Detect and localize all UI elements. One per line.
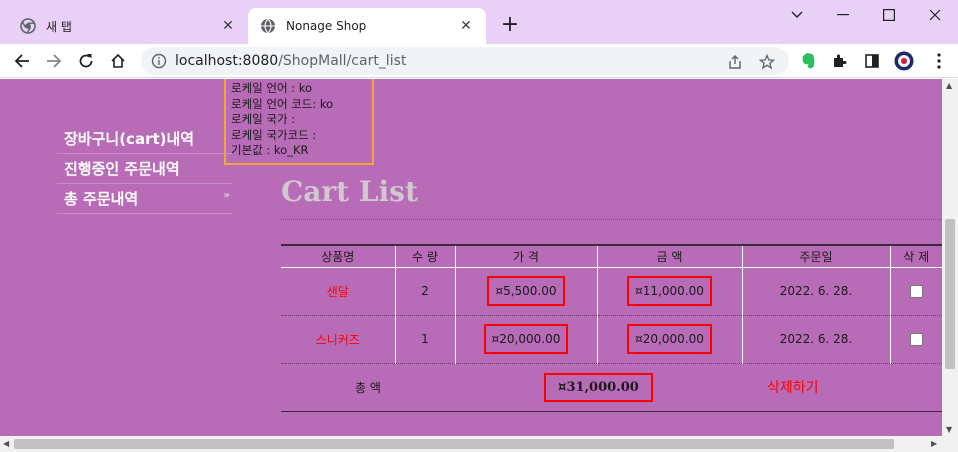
cart-header-row: 상품명 수 량 가 격 금 액 주문일 삭 제 (281, 245, 942, 268)
cart-table: 상품명 수 량 가 격 금 액 주문일 삭 제 샌달 2 ¤5,500.00 ¤… (281, 244, 942, 412)
scroll-up-arrow-icon[interactable]: ▲ (946, 81, 952, 90)
close-tab-icon[interactable]: ✕ (456, 16, 476, 36)
sidemenu-item-cart[interactable]: 장바구니(cart)내역 (57, 124, 232, 154)
sidemenu-item-label: 총 주문내역 (64, 190, 139, 208)
browser-toolbar: localhost:8080/ShopMall/cart_list (0, 44, 958, 78)
locale-language-code: 로케일 언어 코드: ko (231, 96, 334, 111)
new-tab-icon[interactable]: + (498, 14, 522, 38)
horizontal-scroll-thumb[interactable] (14, 439, 894, 449)
chrome-menu-icon[interactable] (928, 50, 950, 72)
header-price: 가 격 (455, 245, 598, 268)
amount-value: ¤11,000.00 (627, 276, 712, 306)
header-product-name: 상품명 (281, 245, 396, 268)
address-bar[interactable]: localhost:8080/ShopMall/cart_list (141, 47, 789, 75)
vertical-scrollbar[interactable]: ▲ ▼ (942, 79, 958, 436)
amount-value: ¤20,000.00 (627, 324, 712, 354)
header-quantity: 수 량 (395, 245, 456, 268)
bookmark-star-icon[interactable] (757, 52, 777, 72)
delete-checkbox[interactable] (909, 333, 923, 346)
delete-selected-link[interactable]: 삭제하기 (767, 380, 819, 396)
total-row: 총 액 ¤31,000.00 삭제하기 (281, 363, 942, 412)
page-content: 로케일 언어 : ko 로케일 언어 코드: ko 로케일 국가 : 로케일 국… (0, 79, 942, 436)
sidemenu-item-label: 장바구니(cart)내역 (64, 130, 195, 148)
locale-default: 기본값 : ko_KR (231, 143, 309, 157)
tab-strip: 새 탭 ✕ Nonage Shop ✕ + (0, 0, 958, 44)
quantity-cell: 1 (395, 315, 456, 364)
site-info-icon[interactable] (151, 53, 167, 73)
price-value: ¤20,000.00 (483, 324, 569, 354)
share-icon[interactable] (725, 52, 745, 72)
side-menu: 장바구니(cart)내역 진행중인 주문내역 총 주문내역 » (57, 124, 232, 214)
delete-checkbox[interactable] (909, 285, 923, 298)
sidemenu-item-label: 진행중인 주문내역 (64, 160, 180, 178)
reload-icon[interactable] (74, 49, 98, 73)
page-title: Cart List (281, 175, 418, 208)
table-row: 스니커즈 1 ¤20,000.00 ¤20,000.00 2022. 6. 28… (281, 315, 942, 364)
header-order-date: 주문일 (742, 245, 891, 268)
scroll-right-arrow-icon[interactable]: ▶ (931, 439, 937, 448)
tab-title: Nonage Shop (286, 19, 367, 33)
scroll-left-arrow-icon[interactable]: ◀ (3, 439, 9, 448)
url-path: /ShopMall/cart_list (278, 53, 407, 69)
sidemenu-item-orders-in-progress[interactable]: 진행중인 주문내역 (57, 154, 232, 184)
total-label: 총 액 (281, 363, 455, 412)
home-icon[interactable] (106, 49, 130, 73)
side-panel-icon[interactable] (861, 50, 883, 72)
header-delete: 삭 제 (890, 245, 942, 268)
locale-country: 로케일 국가 : (231, 112, 296, 126)
product-name-link[interactable]: 샌달 (327, 285, 349, 299)
close-window-icon[interactable] (920, 4, 950, 26)
scroll-down-arrow-icon[interactable]: ▼ (946, 425, 952, 434)
extensions-puzzle-icon[interactable] (829, 50, 851, 72)
chrome-icon (20, 18, 36, 34)
back-icon[interactable] (10, 49, 34, 73)
tab-nonage-shop[interactable]: Nonage Shop ✕ (248, 8, 486, 44)
url-host: localhost:8080 (175, 53, 279, 69)
maximize-icon[interactable] (874, 4, 904, 26)
double-chevron-right-icon: » (223, 190, 230, 201)
tab-search-chevron-icon[interactable] (782, 4, 812, 26)
tab-title: 새 탭 (46, 19, 72, 34)
product-name-link[interactable]: 스니커즈 (316, 333, 360, 347)
globe-icon (260, 18, 276, 34)
locale-country-code: 로케일 국가코드 : (231, 127, 317, 142)
title-divider (281, 219, 942, 220)
locale-info-box: 로케일 언어 : ko 로케일 언어 코드: ko 로케일 국가 : 로케일 국… (224, 79, 374, 165)
tab-new-tab[interactable]: 새 탭 ✕ (8, 8, 248, 44)
close-tab-icon[interactable]: ✕ (218, 16, 238, 36)
url-text: localhost:8080/ShopMall/cart_list (175, 53, 406, 69)
order-date-cell: 2022. 6. 28. (742, 315, 891, 364)
total-value: ¤31,000.00 (544, 372, 653, 402)
quantity-cell: 2 (395, 267, 456, 316)
profile-avatar[interactable] (893, 50, 915, 72)
header-amount: 금 액 (597, 245, 743, 268)
sidemenu-item-all-orders[interactable]: 총 주문내역 » (57, 184, 232, 214)
order-date-cell: 2022. 6. 28. (742, 267, 891, 316)
minimize-icon[interactable] (828, 4, 858, 26)
vertical-scroll-thumb[interactable] (945, 219, 955, 369)
horizontal-scrollbar[interactable]: ◀ ▶ (0, 436, 958, 452)
forward-icon[interactable] (42, 49, 66, 73)
table-row: 샌달 2 ¤5,500.00 ¤11,000.00 2022. 6. 28. (281, 267, 942, 316)
price-value: ¤5,500.00 (487, 276, 565, 306)
evernote-extension-icon[interactable] (797, 50, 819, 72)
locale-language: 로케일 언어 : ko (231, 81, 313, 95)
